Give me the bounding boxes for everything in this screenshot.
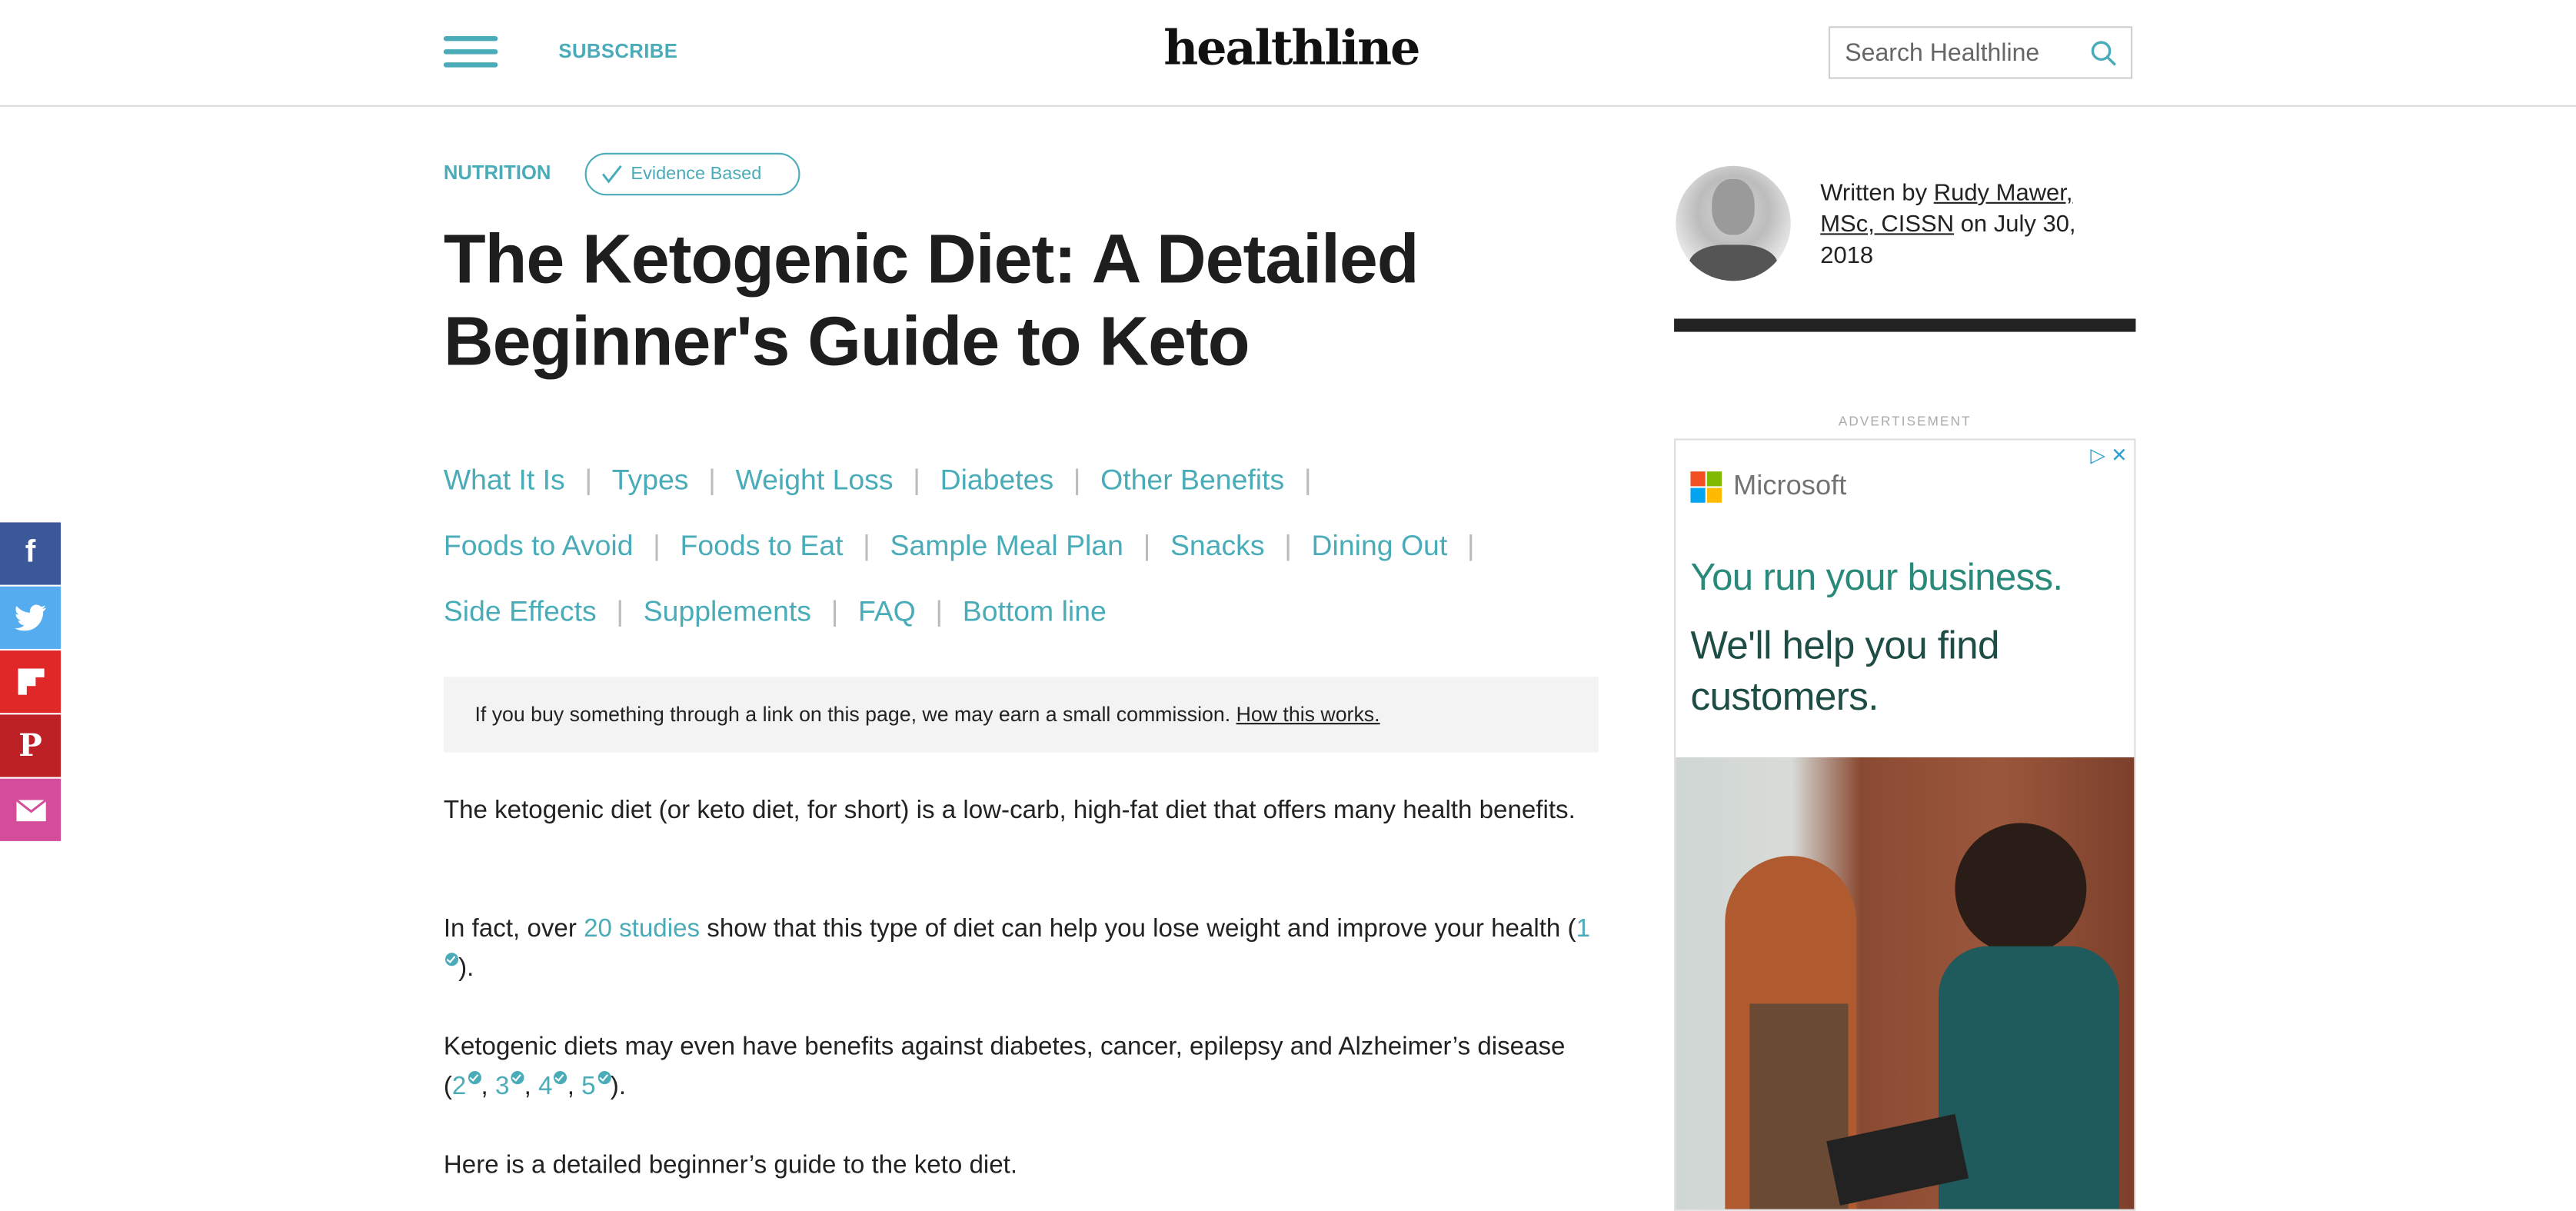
citation-link[interactable]: 5	[581, 1070, 611, 1101]
subscribe-link[interactable]: SUBSCRIBE	[558, 39, 677, 62]
share-flipboard-button[interactable]	[0, 650, 62, 714]
menu-icon[interactable]	[443, 33, 498, 72]
divider	[1674, 318, 2136, 332]
healthline-logo[interactable]: healthline	[1150, 20, 1433, 76]
byline-prefix: Written by	[1820, 181, 1934, 208]
toc-separator: |	[1284, 528, 1292, 562]
toc-link[interactable]: Weight Loss	[736, 463, 894, 496]
text: In fact, over	[443, 915, 584, 943]
text: show that this type of diet can help you…	[700, 915, 1576, 943]
citation-list: 2, 3, 4, 5	[451, 1070, 611, 1101]
verified-check-icon	[468, 1070, 481, 1085]
search-input[interactable]	[1845, 39, 2075, 68]
toc-link[interactable]: Supplements	[644, 594, 811, 627]
verified-check-icon	[554, 1070, 567, 1085]
page-title: The Ketogenic Diet: A Detailed Beginner'…	[443, 220, 1419, 380]
author-avatar[interactable]	[1676, 165, 1791, 281]
twitter-icon	[14, 604, 45, 631]
affiliate-disclosure: If you buy something through a link on t…	[443, 677, 1599, 753]
citation-link[interactable]: 4	[538, 1070, 567, 1101]
citation-number: 4	[538, 1073, 553, 1101]
toc-link[interactable]: Foods to Avoid	[444, 529, 634, 562]
ad-brand: Microsoft	[1733, 470, 1847, 501]
toc-separator: |	[913, 463, 920, 497]
citation-link[interactable]: 3	[494, 1070, 524, 1101]
text: ).	[458, 954, 474, 983]
close-ad-icon[interactable]: ✕	[2111, 444, 2127, 467]
text: ).	[610, 1073, 627, 1101]
email-icon	[15, 799, 45, 821]
ad-subheadline: We'll help you find customers.	[1690, 624, 1999, 720]
text: ,	[567, 1073, 582, 1101]
social-share-bar: f P	[0, 522, 62, 843]
toc-link[interactable]: FAQ	[858, 594, 916, 627]
citation-link[interactable]: 2	[451, 1070, 481, 1101]
paragraph-studies: In fact, over 20 studies show that this …	[444, 910, 1602, 990]
table-of-contents: What It Is | Types | Weight Loss | Diabetes | Ot…	[444, 447, 1626, 644]
text: ,	[481, 1073, 495, 1101]
toc-separator: |	[616, 594, 624, 628]
evidence-based-badge[interactable]: Evidence Based	[584, 152, 800, 196]
toc-separator: |	[830, 594, 839, 628]
microsoft-logo-icon	[1690, 471, 1722, 503]
text: ,	[524, 1073, 539, 1101]
toc-link[interactable]: Snacks	[1170, 529, 1265, 562]
verified-check-icon	[597, 1070, 611, 1085]
toc-separator: |	[1143, 528, 1151, 562]
citation-number: 1	[1576, 915, 1590, 943]
category-link[interactable]: NUTRITION	[444, 161, 551, 184]
citation-number: 2	[451, 1073, 467, 1101]
share-facebook-button[interactable]: f	[0, 522, 62, 585]
pinterest-icon: P	[18, 727, 42, 764]
toc-link[interactable]: Types	[612, 463, 689, 496]
advertisement-label: ADVERTISEMENT	[1838, 414, 1972, 429]
verified-check-icon	[444, 953, 459, 966]
how-this-works-link[interactable]: How this works.	[1236, 703, 1380, 726]
paragraph-intro: The ketogenic diet (or keto diet, for sh…	[443, 797, 1576, 825]
toc-link[interactable]: Side Effects	[444, 594, 597, 627]
share-twitter-button[interactable]	[0, 586, 62, 649]
site-header: SUBSCRIBE healthline	[0, 0, 2576, 107]
toc-separator: |	[1073, 463, 1081, 497]
toc-link[interactable]: What It Is	[444, 463, 565, 496]
disclosure-text: If you buy something through a link on t…	[474, 703, 1231, 727]
studies-link[interactable]: 20 studies	[584, 915, 700, 943]
search-box	[1828, 26, 2133, 79]
toc-separator: |	[1303, 463, 1312, 497]
verified-check-icon	[511, 1070, 524, 1085]
toc-separator: |	[935, 594, 944, 628]
facebook-icon: f	[25, 535, 36, 571]
toc-separator: |	[708, 463, 716, 497]
ad-image	[1676, 757, 2135, 1209]
advertisement[interactable]: ▷ ✕ Microsoft You run your business. We'…	[1674, 438, 2136, 1211]
paragraph-guide: Here is a detailed beginner’s guide to t…	[443, 1151, 1018, 1180]
author-byline: Written by Rudy Mawer, MSc, CISSN on Jul…	[1820, 179, 2116, 273]
toc-link[interactable]: Bottom line	[963, 594, 1107, 627]
badge-label: Evidence Based	[631, 164, 762, 185]
share-pinterest-button[interactable]: P	[0, 714, 62, 777]
toc-link[interactable]: Diabetes	[940, 463, 1054, 496]
citation-number: 5	[581, 1073, 596, 1101]
flipboard-icon	[17, 668, 44, 695]
toc-separator: |	[584, 463, 593, 497]
share-email-button[interactable]	[0, 778, 62, 841]
toc-link[interactable]: Sample Meal Plan	[890, 529, 1123, 562]
adchoices-icon[interactable]: ▷	[2090, 444, 2105, 467]
toc-link[interactable]: Foods to Eat	[681, 529, 844, 562]
toc-separator: |	[1466, 528, 1475, 562]
toc-separator: |	[653, 528, 661, 562]
toc-separator: |	[863, 528, 870, 562]
checkmark-icon	[601, 165, 622, 184]
citation-number: 3	[494, 1073, 510, 1101]
toc-link[interactable]: Other Benefits	[1100, 463, 1284, 496]
page: SUBSCRIBE healthline NUTRITION Evidence …	[0, 0, 2576, 1211]
toc-link[interactable]: Dining Out	[1312, 529, 1448, 562]
paragraph-benefits: Ketogenic diets may even have benefits a…	[444, 1028, 1594, 1107]
search-icon[interactable]	[2090, 39, 2118, 67]
ad-controls: ▷ ✕	[2090, 444, 2127, 467]
ad-headline: You run your business.	[1690, 555, 2063, 598]
